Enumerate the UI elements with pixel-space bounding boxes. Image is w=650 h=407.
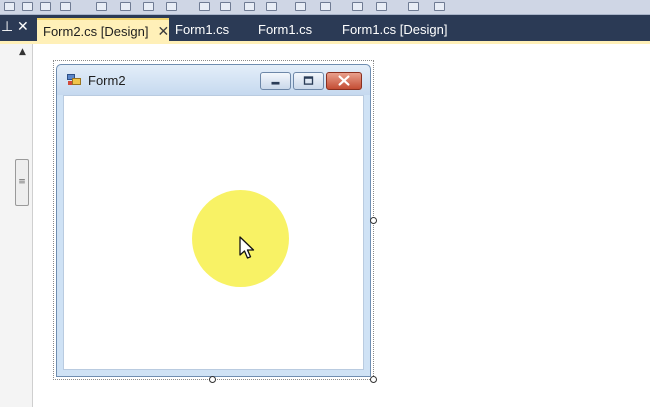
tab-form1-cs-2[interactable]: Form1.cs — [252, 18, 318, 41]
decrease-vertical-spacing-icon[interactable] — [266, 2, 277, 11]
tab-close-icon[interactable]: ✕ — [157, 23, 169, 39]
toolbar-overflow-icon[interactable] — [434, 2, 445, 11]
maximize-icon — [303, 76, 314, 85]
resize-handle-bottom-right[interactable] — [370, 376, 377, 383]
tab-order-icon[interactable] — [408, 2, 419, 11]
tab-form1-cs[interactable]: Form1.cs — [169, 18, 235, 41]
tab-label: Form1.cs — [175, 22, 230, 37]
center-vertically-icon[interactable] — [320, 2, 331, 11]
send-to-back-icon[interactable] — [376, 2, 387, 11]
close-icon — [338, 75, 350, 86]
resize-handle-bottom[interactable] — [209, 376, 216, 383]
increase-spacing-icon[interactable] — [143, 2, 154, 11]
close-button[interactable] — [326, 72, 362, 90]
panel-splitter-grip[interactable]: ≡ — [15, 159, 29, 206]
align-rights-icon[interactable] — [40, 2, 51, 11]
increase-vertical-spacing-icon[interactable] — [244, 2, 255, 11]
align-tops-icon[interactable] — [60, 2, 71, 11]
minimize-button[interactable] — [260, 72, 291, 90]
layout-toolbar — [0, 0, 650, 15]
tab-label: Form1.cs [Design] — [342, 22, 448, 37]
left-tool-panel: ▲ ≡ — [0, 44, 33, 407]
align-centers-icon[interactable] — [22, 2, 33, 11]
resize-handle-right[interactable] — [370, 217, 377, 224]
tab-label: Form1.cs — [258, 22, 313, 37]
form-title: Form2 — [88, 73, 126, 88]
maximize-button[interactable] — [293, 72, 324, 90]
horizontal-spacing-icon[interactable] — [120, 2, 131, 11]
form-window-icon — [67, 74, 81, 85]
tab-form1-design[interactable]: Form1.cs [Design] — [336, 18, 453, 41]
arrow-cursor-icon — [239, 236, 255, 259]
document-tab-strip: ⊥ ✕ Form2.cs [Design] ✕ Form1.cs Form1.cs… — [0, 15, 650, 41]
tab-form2-design[interactable]: Form2.cs [Design] ✕ — [37, 18, 169, 41]
align-lefts-icon[interactable] — [4, 2, 15, 11]
tab-label: Form2.cs [Design] — [43, 24, 149, 39]
bring-to-front-icon[interactable] — [352, 2, 363, 11]
minimize-icon — [271, 81, 280, 85]
pin-icon[interactable]: ⊥ — [1, 19, 13, 35]
make-vertical-equal-icon[interactable] — [220, 2, 231, 11]
scroll-up-icon[interactable]: ▲ — [19, 47, 26, 57]
decrease-spacing-icon[interactable] — [166, 2, 177, 11]
vertical-spacing-icon[interactable] — [199, 2, 210, 11]
form-title-bar[interactable]: Form2 — [57, 65, 370, 95]
make-same-width-icon[interactable] — [96, 2, 107, 11]
panel-close-icon[interactable]: ✕ — [17, 19, 29, 35]
center-horizontally-icon[interactable] — [295, 2, 306, 11]
